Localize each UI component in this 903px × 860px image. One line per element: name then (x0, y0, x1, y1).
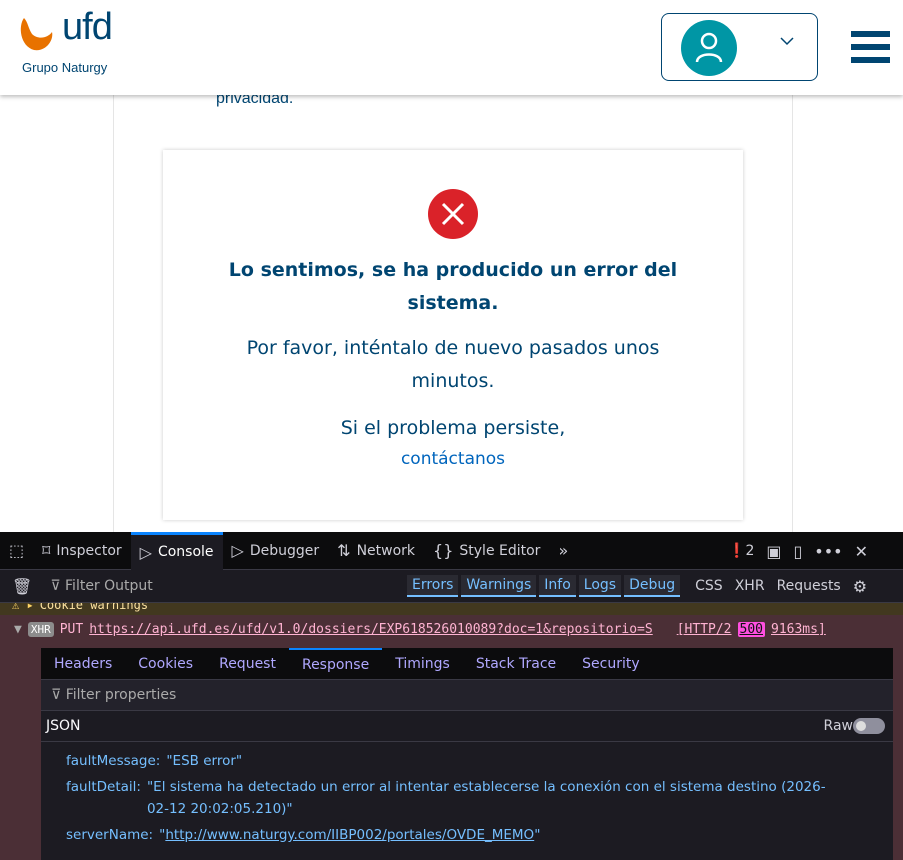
trash-icon[interactable]: 🗑 (12, 577, 32, 596)
tab-label: Network (356, 542, 416, 559)
raw-label: Raw (823, 718, 853, 734)
warning-icon: ⚠ ▸ (12, 603, 34, 612)
error-persist-text: Si el problema persiste, (340, 417, 566, 439)
error-icon: ❗ (728, 543, 746, 559)
quote: " (534, 827, 541, 843)
devtools-toolbar: ⬚ ⌑ Inspector ▷ Console ▷ Debugger ⇅ Network… (0, 531, 903, 570)
filter-output-input[interactable]: ⊽ Filter Output (50, 578, 152, 594)
filter-warnings[interactable]: Warnings (461, 575, 537, 597)
tab-security[interactable]: Security (569, 648, 653, 679)
filter-xhr[interactable]: XHR (735, 578, 765, 594)
filter-errors[interactable]: Errors (407, 575, 459, 597)
request-method: PUT (59, 622, 84, 637)
json-label: JSON (46, 718, 81, 734)
tab-response[interactable]: Response (288, 648, 383, 679)
json-property: faultMessage: "ESB error" (66, 750, 893, 772)
tab-network[interactable]: ⇅ Network (328, 532, 424, 570)
chevron-down-icon (780, 37, 794, 46)
filter-debug[interactable]: Debug (624, 575, 681, 597)
property-key: faultDetail: (66, 779, 141, 795)
property-value: "El sistema ha detectado un error al int… (146, 779, 826, 817)
site-header: ufd Grupo Naturgy (0, 0, 903, 95)
request-details-panel: Headers Cookies Request Response Timings… (41, 648, 893, 860)
user-menu-button[interactable] (661, 13, 818, 81)
property-value: "ESB error" (166, 753, 243, 769)
logo-text: ufd (62, 6, 113, 48)
debugger-icon: ▷ (231, 541, 244, 560)
tab-headers[interactable]: Headers (41, 648, 125, 679)
tab-label: Style Editor (459, 542, 541, 559)
filter-placeholder: Filter Output (65, 578, 153, 594)
tab-request[interactable]: Request (206, 648, 289, 679)
hamburger-menu-icon[interactable] (851, 31, 890, 70)
responsive-mode-icon[interactable]: ▯ (793, 542, 802, 561)
raw-toggle[interactable] (853, 718, 885, 734)
tab-inspector[interactable]: ⌑ Inspector (33, 532, 131, 570)
double-chevron-icon: » (558, 541, 569, 560)
filter-requests[interactable]: Requests (777, 578, 841, 594)
devtools: ⬚ ⌑ Inspector ▷ Console ▷ Debugger ⇅ Network… (0, 531, 903, 860)
console-filter-bar: 🗑 ⊽ Filter Output Errors Warnings Info L… (0, 570, 903, 603)
logo-subtitle: Grupo Naturgy (22, 60, 108, 75)
contact-link[interactable]: contáctanos (203, 444, 703, 475)
error-retry-text: Por favor, inténtalo de nuevo pasados un… (246, 337, 660, 392)
network-icon: ⇅ (337, 541, 351, 560)
tab-label: Debugger (249, 542, 320, 559)
filter-properties-placeholder: Filter properties (65, 687, 177, 703)
json-property: faultDetail: "El sistema ha detectado un … (66, 776, 893, 820)
cookie-warnings-row[interactable]: ⚠ ▸ Cookie warnings (0, 603, 903, 615)
error-card: Lo sentimos, se ha producido un error de… (163, 150, 743, 520)
picker-icon: ⬚ (9, 541, 25, 560)
property-key: faultMessage: (66, 753, 161, 769)
tab-console[interactable]: ▷ Console (130, 531, 223, 570)
error-count: 2 (745, 543, 755, 559)
element-picker-button[interactable]: ⬚ (0, 532, 33, 570)
filter-logs[interactable]: Logs (578, 575, 622, 597)
cookie-warnings-label: Cookie warnings (39, 603, 149, 612)
json-header: JSON Raw (41, 711, 893, 742)
tab-stack-trace[interactable]: Stack Trace (463, 648, 569, 679)
tab-timings[interactable]: Timings (382, 648, 463, 679)
request-protocol: [HTTP/2 (676, 622, 732, 637)
property-value: "http://www.naturgy.com/IIBP002/portales… (159, 824, 540, 846)
console-icon: ▷ (139, 542, 152, 562)
tab-label: Console (157, 544, 214, 560)
request-time: 9163ms] (771, 622, 826, 637)
property-key: serverName: (66, 827, 154, 843)
filter-properties-input[interactable]: ⊽ Filter properties (41, 680, 893, 711)
error-x-icon (428, 189, 478, 239)
filter-icon: ⊽ (51, 687, 66, 703)
settings-gear-icon[interactable]: ⚙ (853, 577, 867, 596)
user-avatar-icon (681, 20, 737, 76)
error-count-badge[interactable]: ❗2 (728, 543, 754, 559)
error-persist: Si el problema persiste, contáctanos (203, 413, 703, 475)
more-options-icon[interactable]: ••• (814, 542, 842, 561)
inspector-icon: ⌑ (42, 541, 51, 560)
close-icon[interactable]: ✕ (855, 542, 868, 561)
dock-layout-icon[interactable]: ▣ (766, 542, 781, 561)
tab-cookies[interactable]: Cookies (125, 648, 206, 679)
json-property: serverName: "http://www.naturgy.com/IIBP0… (66, 824, 893, 846)
server-name-link[interactable]: http://www.naturgy.com/IIBP002/portales/… (165, 827, 534, 843)
filter-info[interactable]: Info (539, 575, 576, 597)
xhr-log-entry: ▼ XHR PUT https://api.ufd.es/ufd/v1.0/do… (0, 615, 903, 860)
more-tools-button[interactable]: » (549, 532, 577, 570)
json-properties: faultMessage: "ESB error" faultDetail: "El… (41, 742, 893, 846)
error-title: Lo sentimos, se ha producido un error de… (228, 259, 678, 314)
expand-triangle-icon[interactable]: ▼ (14, 622, 22, 637)
tab-label: Inspector (56, 542, 122, 559)
status-code: 500 (737, 622, 765, 637)
braces-icon: {} (433, 541, 454, 560)
request-url[interactable]: https://api.ufd.es/ufd/v1.0/dossiers/EXP… (89, 622, 653, 637)
filter-css[interactable]: CSS (695, 578, 723, 594)
logo-mark-icon (20, 18, 53, 51)
xhr-badge: XHR (27, 622, 54, 637)
tab-debugger[interactable]: ▷ Debugger (223, 532, 329, 570)
tab-style-editor[interactable]: {} Style Editor (424, 532, 549, 570)
